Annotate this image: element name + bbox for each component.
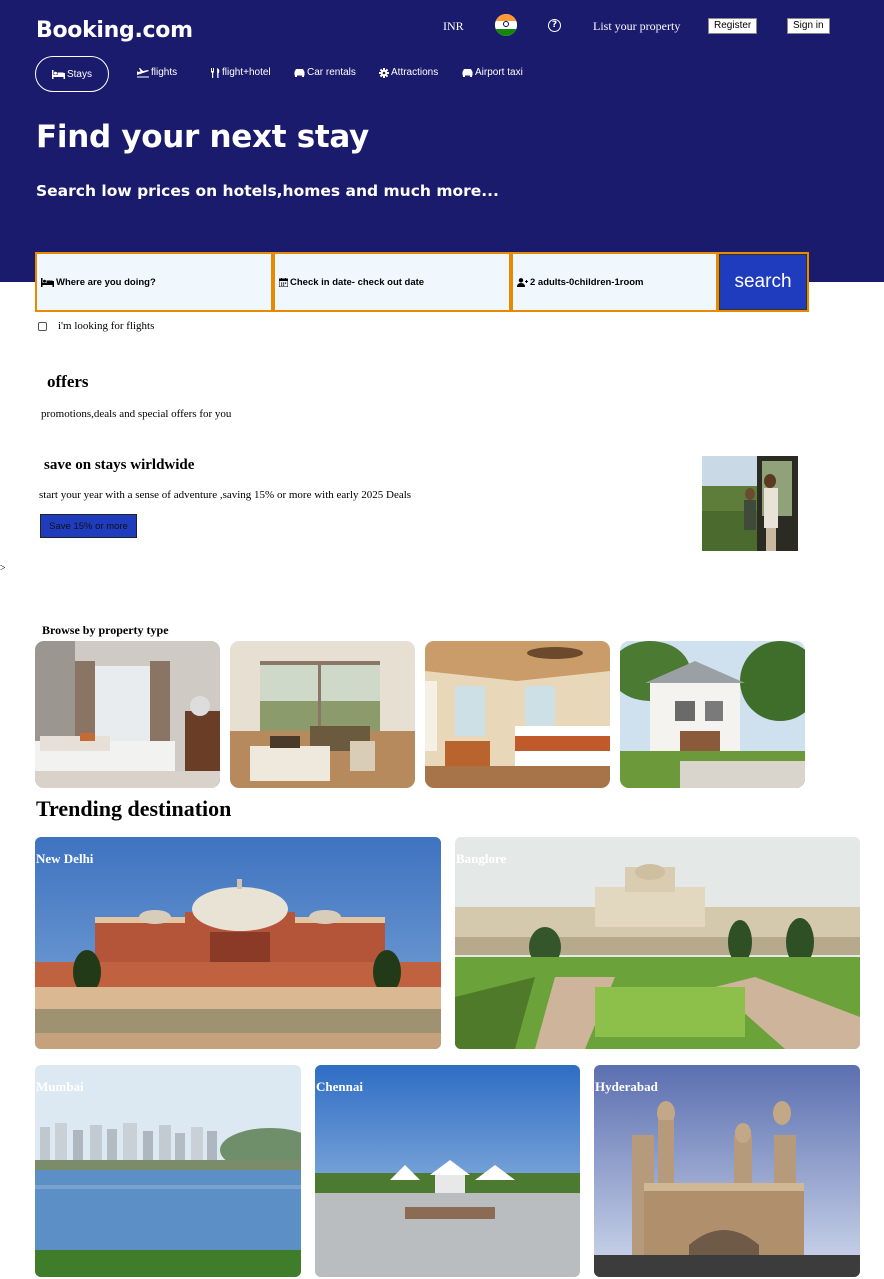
- tab-flight-hotel[interactable]: flight+hotel: [211, 67, 271, 78]
- property-image-resort[interactable]: [425, 641, 610, 788]
- site-logo[interactable]: Booking.com: [36, 18, 193, 43]
- destination-card-banglore[interactable]: Banglore: [455, 837, 860, 1049]
- gear-icon: [379, 67, 389, 78]
- destination-label-new-delhi: New Delhi: [36, 851, 94, 866]
- tab-flights-label: flights: [151, 67, 178, 78]
- hero-subtitle: Search low prices on hotels,homes and mu…: [36, 182, 499, 200]
- calendar-icon: [279, 277, 288, 287]
- browse-title: Browse by property type: [42, 623, 169, 637]
- destination-text: Where are you doing?: [56, 276, 156, 288]
- currency-selector[interactable]: INR: [443, 19, 464, 34]
- destination-card-new-delhi[interactable]: New Delhi: [35, 837, 441, 1049]
- date-field[interactable]: Check in date- check out date: [275, 254, 509, 310]
- search-button[interactable]: search: [719, 254, 807, 310]
- trending-title: Trending destination: [36, 796, 232, 821]
- tab-flight-hotel-label: flight+hotel: [222, 67, 271, 78]
- offer-image: [702, 456, 798, 551]
- bed-icon: [51, 69, 65, 79]
- tab-airport-taxi-label: Airport taxi: [475, 67, 523, 78]
- help-icon[interactable]: ?: [548, 19, 561, 32]
- tab-attractions[interactable]: Attractions: [379, 67, 438, 78]
- utensils-icon: [211, 67, 220, 78]
- property-image-apartment[interactable]: [230, 641, 415, 788]
- bed-icon: [41, 277, 54, 287]
- tab-car-rentals-label: Car rentals: [307, 67, 356, 78]
- save-15-button[interactable]: Save 15% or more: [40, 514, 137, 538]
- property-image-villa[interactable]: [620, 641, 805, 788]
- carousel-arrow[interactable]: >: [0, 563, 6, 574]
- search-bar: Where are you doing? Check in date- chec…: [35, 252, 809, 312]
- register-button[interactable]: Register: [708, 18, 758, 34]
- user-icon: [517, 277, 528, 287]
- destination-card-chennai[interactable]: Chennai: [315, 1065, 580, 1277]
- destination-card-mumbai[interactable]: Mumbai: [35, 1065, 301, 1277]
- tab-flights[interactable]: flights: [137, 67, 177, 78]
- hero-title: Find your next stay: [36, 119, 369, 155]
- destination-card-hyderabad[interactable]: Hyderabad: [594, 1065, 860, 1277]
- plane-icon: [137, 67, 149, 77]
- flights-checkbox-label: i'm looking for flights: [58, 320, 155, 332]
- destination-field[interactable]: Where are you doing?: [37, 254, 271, 310]
- car-icon: [294, 69, 305, 77]
- destination-label-chennai: Chennai: [316, 1079, 363, 1094]
- destination-label-mumbai: Mumbai: [36, 1079, 84, 1094]
- offer-card-text: start your year with a sense of adventur…: [39, 489, 412, 501]
- taxi-icon: [462, 69, 473, 77]
- property-image-hotel[interactable]: [35, 641, 220, 788]
- tab-car-rentals[interactable]: Car rentals: [294, 67, 356, 78]
- india-flag-icon[interactable]: [495, 14, 517, 36]
- list-property-link[interactable]: List your property: [593, 19, 680, 34]
- offer-card-title: save on stays wirldwide: [44, 457, 195, 473]
- destination-label-hyderabad: Hyderabad: [595, 1079, 658, 1094]
- tab-stays-label: Stays: [66, 68, 92, 80]
- flights-checkbox[interactable]: [38, 322, 47, 331]
- offers-subtitle: promotions,deals and special offers for …: [41, 408, 232, 420]
- hero-banner: Booking.com INR ? List your property Reg…: [0, 0, 884, 282]
- guests-text: 2 adults-0children-1room: [530, 276, 644, 288]
- destination-label-banglore: Banglore: [456, 851, 507, 866]
- tab-airport-taxi[interactable]: Airport taxi: [462, 67, 523, 78]
- guests-field[interactable]: 2 adults-0children-1room: [513, 254, 716, 310]
- tab-stays[interactable]: Stays: [35, 56, 109, 92]
- sign-in-button[interactable]: Sign in: [787, 18, 830, 34]
- tab-attractions-label: Attractions: [391, 67, 439, 78]
- offers-title: offers: [47, 372, 89, 391]
- date-text: Check in date- check out date: [290, 276, 425, 288]
